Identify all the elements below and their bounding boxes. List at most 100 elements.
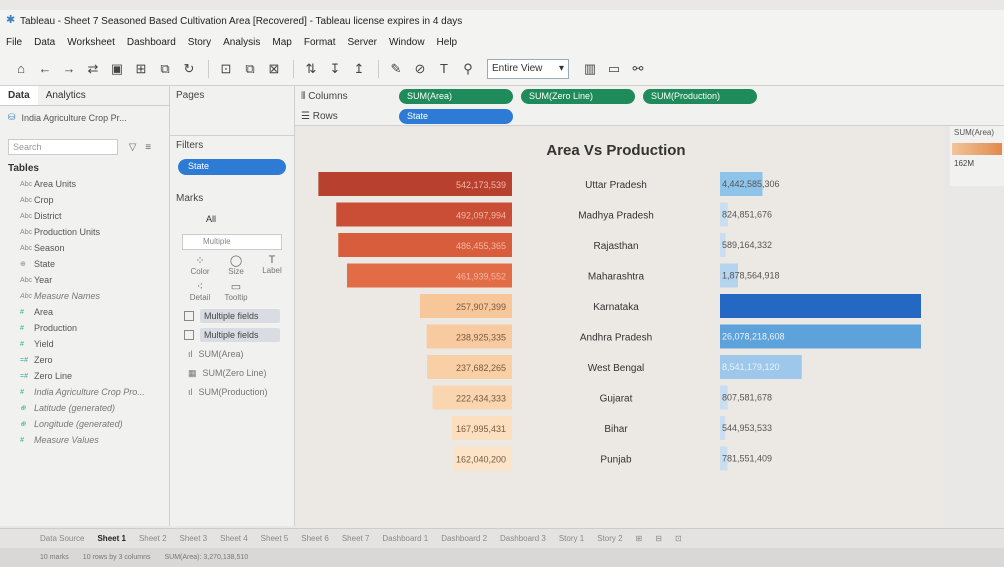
field-item[interactable]: =# Zero <box>0 352 169 368</box>
menu-story[interactable]: Story <box>188 37 211 48</box>
field-item[interactable]: # Measure Values <box>0 432 169 448</box>
group-icon[interactable]: ⊘ <box>409 59 431 79</box>
tab-story-2[interactable]: Story 2 <box>597 534 622 543</box>
tab-sheet-3[interactable]: Sheet 3 <box>180 534 208 543</box>
field-item[interactable]: Abc Year <box>0 272 169 288</box>
list-view-icon[interactable]: ≡ <box>145 142 151 153</box>
field-item[interactable]: ⊕ Latitude (generated) <box>0 400 169 416</box>
state-label: Maharashtra <box>588 272 645 283</box>
state-label: Bihar <box>604 424 628 435</box>
field-item[interactable]: Abc Measure Names <box>0 288 169 304</box>
marks-list-label: SUM(Area) <box>198 349 244 359</box>
swap-axes-icon[interactable]: ⇅ <box>300 59 322 79</box>
field-name: Longitude (generated) <box>34 419 123 429</box>
tab-dashboard-1[interactable]: Dashboard 1 <box>382 534 428 543</box>
refresh-icon[interactable]: ↻ <box>178 59 200 79</box>
filter-icon[interactable]: ▽ <box>129 142 137 153</box>
field-item[interactable]: Abc Crop <box>0 192 169 208</box>
tab-sheet-2[interactable]: Sheet 2 <box>139 534 167 543</box>
menu-window[interactable]: Window <box>389 37 425 48</box>
rows-shelf[interactable]: ☰ Rows State <box>295 106 1004 126</box>
row-pill-state[interactable]: State <box>399 108 513 124</box>
menu-server[interactable]: Server <box>348 37 377 48</box>
menu-worksheet[interactable]: Worksheet <box>67 37 115 48</box>
marks-field-color[interactable]: Multiple fields <box>184 308 280 324</box>
menu-help[interactable]: Help <box>437 37 458 48</box>
field-item[interactable]: Abc District <box>0 208 169 224</box>
tab-sheet-5[interactable]: Sheet 5 <box>261 534 289 543</box>
new-datasource-icon[interactable]: ⊞ <box>130 59 152 79</box>
marks-field-label-shelf[interactable]: Multiple fields <box>184 327 280 343</box>
field-search-input[interactable]: Search <box>8 139 118 155</box>
sort-ascending-icon[interactable]: ↧ <box>324 59 346 79</box>
field-item[interactable]: Abc Area Units <box>0 176 169 192</box>
field-item[interactable]: # Area <box>0 304 169 320</box>
clear-sheet-icon[interactable]: ⊠ <box>263 59 285 79</box>
tooltip-card[interactable]: ▭ Tooltip <box>218 280 254 302</box>
size-card[interactable]: ◯ Size <box>218 254 254 276</box>
pin-icon[interactable]: ⚲ <box>457 59 479 79</box>
new-sheet-icon[interactable]: ⊡ <box>215 59 237 79</box>
forward-icon[interactable]: → <box>58 59 80 79</box>
new-sheet-tab-icon[interactable]: ⊞ <box>636 534 643 543</box>
marks-list-sum-area[interactable]: ıl SUM(Area) <box>184 346 280 362</box>
tab-sheet-7[interactable]: Sheet 7 <box>342 534 370 543</box>
duplicate-icon[interactable]: ⧉ <box>239 59 261 79</box>
share-icon[interactable]: ⚯ <box>627 59 649 79</box>
columns-shelf[interactable]: ⦀ Columns SUM(Area) SUM(Zero Line) SUM(P… <box>295 86 1004 106</box>
new-dashboard-tab-icon[interactable]: ⊟ <box>655 534 662 543</box>
field-item[interactable]: # Yield <box>0 336 169 352</box>
menu-analysis[interactable]: Analysis <box>223 37 260 48</box>
field-item[interactable]: # Production <box>0 320 169 336</box>
tab-sheet-4[interactable]: Sheet 4 <box>220 534 248 543</box>
area-label: 162,040,200 <box>456 455 506 465</box>
back-icon[interactable]: ← <box>34 59 56 79</box>
area-label: 237,682,265 <box>456 363 506 373</box>
marks-list-sum-zero-line[interactable]: ▦ SUM(Zero Line) <box>184 365 280 381</box>
tab-data[interactable]: Data <box>0 86 38 105</box>
home-icon[interactable]: ⌂ <box>10 59 32 79</box>
show-labels-icon[interactable]: T <box>433 59 455 79</box>
highlight-icon[interactable]: ✎ <box>385 59 407 79</box>
tab-dashboard-2[interactable]: Dashboard 2 <box>441 534 487 543</box>
datasource-item[interactable]: ⛁ India Agriculture Crop Pr... <box>0 106 169 129</box>
marks-all-tab[interactable]: All <box>170 208 294 230</box>
filter-pill-state[interactable]: State <box>178 159 286 175</box>
show-me-icon[interactable]: ▥ <box>579 59 601 79</box>
mark-type-dropdown[interactable]: Multiple <box>182 234 282 250</box>
field-item[interactable]: ⊕ State <box>0 256 169 272</box>
pages-card[interactable]: Pages <box>170 86 294 136</box>
column-pill-sum-production[interactable]: SUM(Production) <box>643 88 757 104</box>
label-card[interactable]: T Label <box>254 254 290 276</box>
marks-list-sum-production[interactable]: ıl SUM(Production) <box>184 384 280 400</box>
tab-sheet-6[interactable]: Sheet 6 <box>301 534 329 543</box>
menu-map[interactable]: Map <box>272 37 291 48</box>
swap-icon[interactable]: ⇄ <box>82 59 104 79</box>
sort-descending-icon[interactable]: ↥ <box>348 59 370 79</box>
menu-format[interactable]: Format <box>304 37 336 48</box>
menu-file[interactable]: File <box>6 37 22 48</box>
field-item[interactable]: Abc Season <box>0 240 169 256</box>
field-name: Crop <box>34 195 54 205</box>
column-pill-sum-area[interactable]: SUM(Area) <box>399 88 513 104</box>
detail-card[interactable]: ⁖ Detail <box>182 280 218 302</box>
tab-story-1[interactable]: Story 1 <box>559 534 584 543</box>
new-story-tab-icon[interactable]: ⊡ <box>675 534 682 543</box>
column-pill-sum-zero-line[interactable]: SUM(Zero Line) <box>521 88 635 104</box>
tab-dashboard-3[interactable]: Dashboard 3 <box>500 534 546 543</box>
color-card[interactable]: ⁘ Color <box>182 254 218 276</box>
presentation-icon[interactable]: ▭ <box>603 59 625 79</box>
production-bar[interactable] <box>720 294 921 318</box>
field-item[interactable]: ⊕ Longitude (generated) <box>0 416 169 432</box>
field-item[interactable]: Abc Production Units <box>0 224 169 240</box>
tab-analytics[interactable]: Analytics <box>38 86 94 105</box>
fit-dropdown[interactable]: Entire View ▾ <box>487 58 569 79</box>
tab-sheet-1[interactable]: Sheet 1 <box>97 534 125 543</box>
field-item[interactable]: # India Agriculture Crop Pro... <box>0 384 169 400</box>
menu-data[interactable]: Data <box>34 37 55 48</box>
menu-dashboard[interactable]: Dashboard <box>127 37 176 48</box>
pause-icon[interactable]: ⧉ <box>154 59 176 79</box>
tab-data-source[interactable]: Data Source <box>40 534 84 543</box>
field-item[interactable]: =# Zero Line <box>0 368 169 384</box>
save-icon[interactable]: ▣ <box>106 59 128 79</box>
